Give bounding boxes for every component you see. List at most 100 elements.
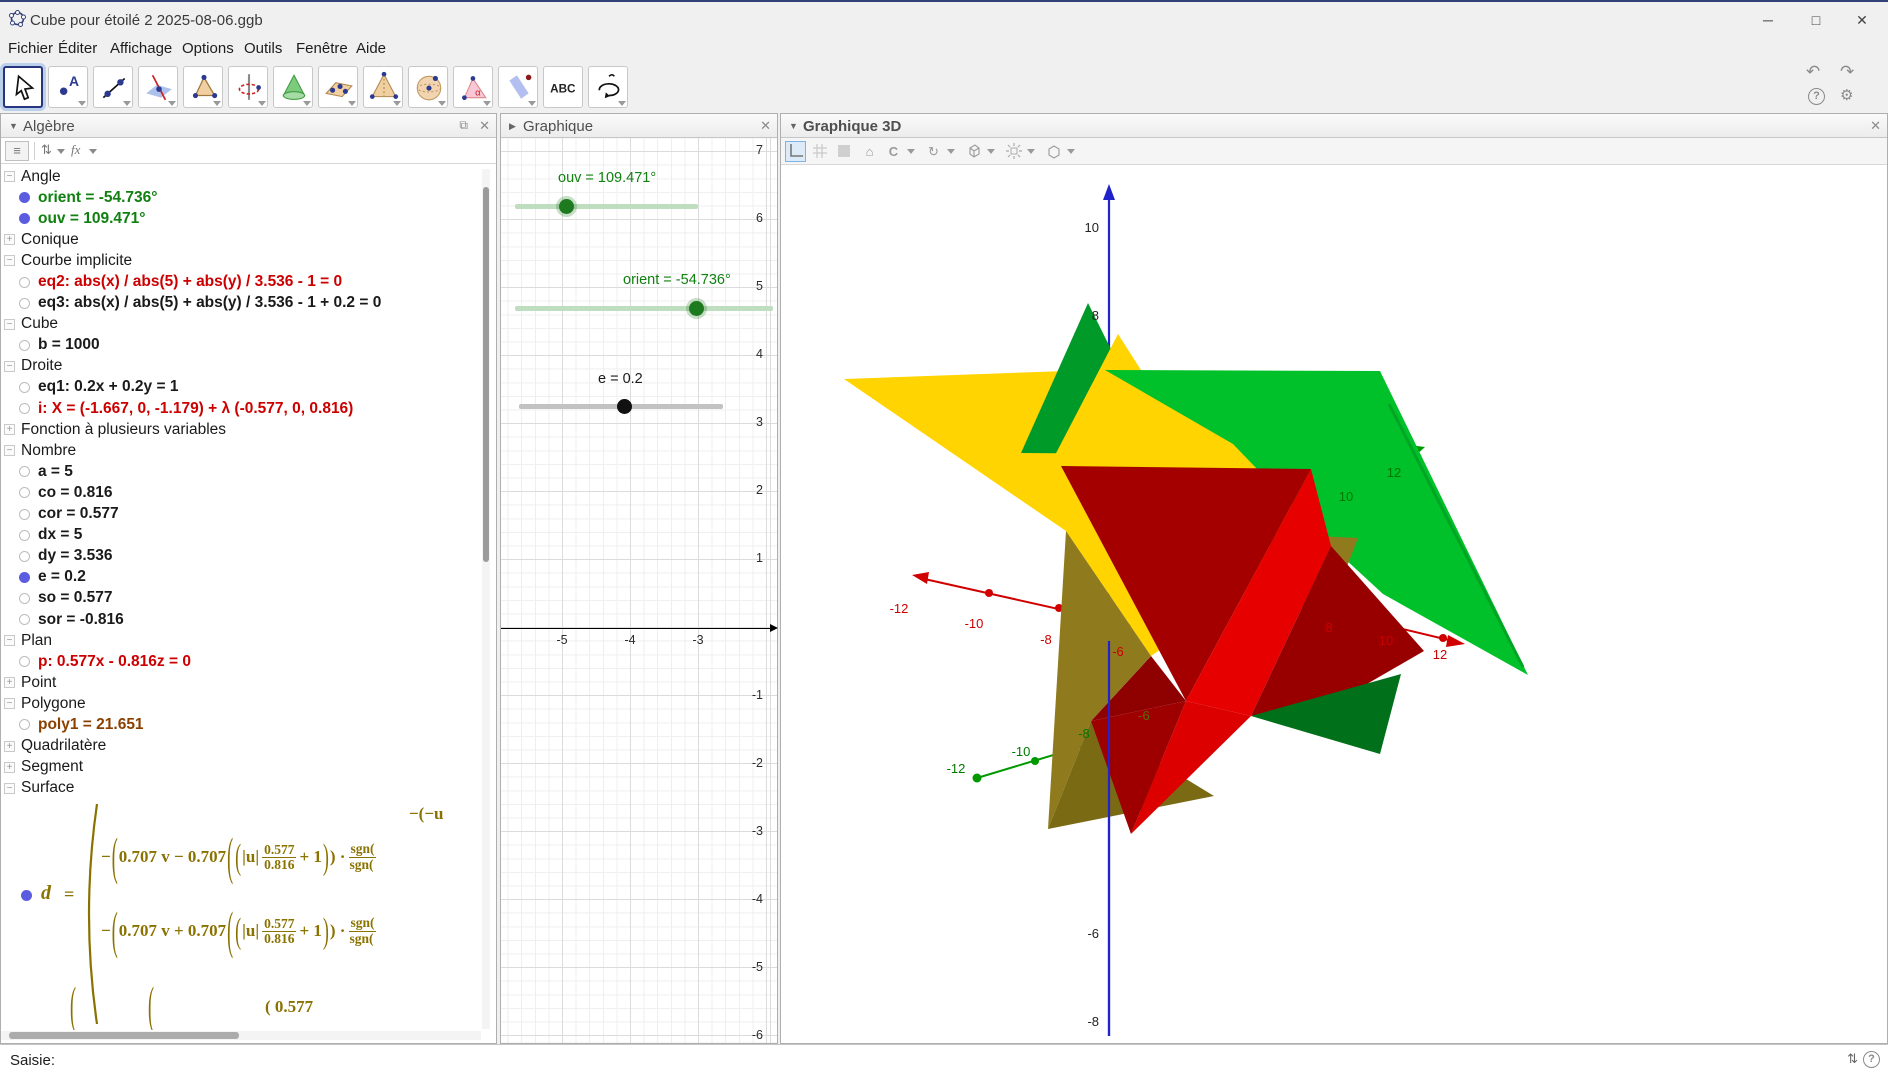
tree-item-sor[interactable]: sor = -0.816 bbox=[1, 609, 481, 630]
horizontal-scrollbar[interactable] bbox=[1, 1031, 481, 1040]
tool-intersect[interactable] bbox=[138, 66, 178, 108]
visibility-dot[interactable] bbox=[19, 466, 30, 477]
chevron-down-icon[interactable] bbox=[1027, 149, 1035, 154]
rotate-animation-button[interactable]: ↻ bbox=[923, 141, 944, 162]
expander[interactable]: − bbox=[4, 255, 15, 266]
point-capturing-button[interactable]: C bbox=[883, 141, 904, 162]
tree-item-ouv[interactable]: ouv = 109.471° bbox=[1, 208, 481, 229]
tree-item-dx[interactable]: dx = 5 bbox=[1, 525, 481, 546]
tree-item-b[interactable]: b = 1000 bbox=[1, 335, 481, 356]
tool-sphere[interactable] bbox=[408, 66, 448, 108]
menu-affichage[interactable]: Affichage bbox=[106, 39, 176, 58]
tool-point[interactable]: A bbox=[48, 66, 88, 108]
settings-gear-icon[interactable]: ⚙ bbox=[1840, 86, 1853, 104]
menu-outils[interactable]: Outils bbox=[240, 39, 286, 58]
menu-fenetre[interactable]: Fenêtre bbox=[292, 39, 352, 58]
menu-options[interactable]: Options bbox=[178, 39, 238, 58]
slider-orient-knob[interactable] bbox=[689, 301, 704, 316]
maximize-button[interactable]: □ bbox=[1796, 8, 1836, 32]
visibility-dot[interactable] bbox=[19, 593, 30, 604]
expander[interactable]: − bbox=[4, 445, 15, 456]
tree-group-fonction[interactable]: +Fonction à plusieurs variables bbox=[1, 419, 481, 440]
menu-aide[interactable]: Aide bbox=[352, 39, 390, 58]
show-axes-button[interactable] bbox=[785, 141, 806, 162]
projection-button[interactable] bbox=[1043, 141, 1064, 162]
graphique3d-header[interactable]: ▼ Graphique 3D ✕ bbox=[781, 114, 1887, 138]
tree-item-poly1[interactable]: poly1 = 21.651 bbox=[1, 714, 481, 735]
tree-group-angle[interactable]: −Angle bbox=[1, 166, 481, 187]
slider-label-e[interactable]: e = 0.2 bbox=[598, 371, 643, 387]
tool-circle-axis[interactable] bbox=[228, 66, 268, 108]
expander[interactable]: − bbox=[4, 635, 15, 646]
visibility-dot[interactable] bbox=[19, 382, 30, 393]
graphique-header[interactable]: ▶ Graphique ✕ bbox=[501, 114, 777, 138]
vertical-scrollbar[interactable] bbox=[482, 169, 490, 1029]
expander[interactable]: + bbox=[4, 762, 15, 773]
visibility-dot[interactable] bbox=[19, 614, 30, 625]
scrollbar-thumb[interactable] bbox=[483, 187, 489, 562]
tool-pyramid[interactable] bbox=[363, 66, 403, 108]
close-icon[interactable]: ✕ bbox=[479, 118, 490, 134]
tree-group-plan[interactable]: −Plan bbox=[1, 630, 481, 651]
menu-fichier[interactable]: Fichier bbox=[4, 39, 57, 58]
formula-d[interactable]: d = −(−u − ( 0.707 v − 0.707 (( |u| 0.57… bbox=[1, 800, 490, 1030]
star-polyhedron[interactable] bbox=[844, 303, 1528, 834]
visibility-dot[interactable] bbox=[19, 298, 30, 309]
slider-ouv[interactable] bbox=[515, 204, 698, 209]
chevron-down-icon[interactable] bbox=[987, 149, 995, 154]
chevron-down-icon[interactable] bbox=[907, 149, 915, 154]
3d-scene[interactable]: 10 8 -6 -8 -12 -10 -8 -6 8 10 12 -12 -10… bbox=[781, 114, 1888, 1045]
menu-editer[interactable]: Éditer bbox=[54, 39, 101, 58]
tree-group-courbe[interactable]: −Courbe implicite bbox=[1, 250, 481, 271]
visibility-dot[interactable] bbox=[19, 403, 30, 414]
tree-item-eq2[interactable]: eq2: abs(x) / abs(5) + abs(y) / 3.536 - … bbox=[1, 271, 481, 292]
close-icon[interactable]: ✕ bbox=[1870, 118, 1881, 134]
minimize-button[interactable]: ─ bbox=[1748, 8, 1788, 32]
tool-plane-points[interactable] bbox=[318, 66, 358, 108]
close-icon[interactable]: ✕ bbox=[760, 118, 771, 134]
slider-label-ouv[interactable]: ouv = 109.471° bbox=[558, 170, 656, 186]
close-button[interactable]: ✕ bbox=[1842, 8, 1882, 32]
expander[interactable]: − bbox=[4, 361, 15, 372]
slider-orient[interactable] bbox=[515, 306, 773, 311]
help-button[interactable]: ? bbox=[1808, 88, 1825, 105]
tool-polygon[interactable] bbox=[183, 66, 223, 108]
fx-button[interactable]: fx bbox=[71, 142, 80, 158]
visibility-dot[interactable] bbox=[19, 213, 30, 224]
chevron-down-icon[interactable] bbox=[57, 149, 65, 154]
tree-item-i[interactable]: i: X = (-1.667, 0, -1.179) + λ (-0.577, … bbox=[1, 398, 481, 419]
scrollbar-thumb[interactable] bbox=[9, 1032, 239, 1039]
tree-item-dy[interactable]: dy = 3.536 bbox=[1, 546, 481, 567]
expander[interactable]: + bbox=[4, 424, 15, 435]
chevron-down-icon[interactable] bbox=[947, 149, 955, 154]
tree-group-point[interactable]: +Point bbox=[1, 672, 481, 693]
tree-group-nombre[interactable]: −Nombre bbox=[1, 440, 481, 461]
view-direction-button[interactable] bbox=[963, 141, 984, 162]
redo-button[interactable]: ↷ bbox=[1840, 62, 1854, 82]
chevron-down-icon[interactable] bbox=[89, 149, 97, 154]
algebra-header[interactable]: ▼ Algèbre ⧉ ✕ bbox=[1, 114, 496, 138]
visibility-dot[interactable] bbox=[19, 572, 30, 583]
tree-group-cube[interactable]: −Cube bbox=[1, 314, 481, 335]
expander[interactable]: − bbox=[4, 783, 15, 794]
tree-group-droite[interactable]: −Droite bbox=[1, 356, 481, 377]
tool-line[interactable] bbox=[93, 66, 133, 108]
graphique-view[interactable]: 7 6 5 4 3 2 1 -1 -2 -3 -4 -5 -6 -5 -4 -3… bbox=[501, 138, 777, 1043]
home-view-button[interactable]: ⌂ bbox=[859, 141, 880, 162]
tree-item-orient[interactable]: orient = -54.736° bbox=[1, 187, 481, 208]
visibility-dot[interactable] bbox=[19, 192, 30, 203]
zoom-fit-button[interactable] bbox=[1003, 141, 1024, 162]
tree-item-e[interactable]: e = 0.2 bbox=[1, 567, 481, 588]
tree-item-cor[interactable]: cor = 0.577 bbox=[1, 504, 481, 525]
tree-group-segment[interactable]: +Segment bbox=[1, 757, 481, 778]
slider-e-knob[interactable] bbox=[617, 399, 632, 414]
tree-item-eq3[interactable]: eq3: abs(x) / abs(5) + abs(y) / 3.536 - … bbox=[1, 293, 481, 314]
tree-item-a[interactable]: a = 5 bbox=[1, 461, 481, 482]
tree-item-eq1[interactable]: eq1: 0.2x + 0.2y = 1 bbox=[1, 377, 481, 398]
tool-move[interactable] bbox=[3, 66, 43, 108]
show-plane-button[interactable] bbox=[833, 141, 854, 162]
show-grid-button[interactable] bbox=[809, 141, 830, 162]
collapse-icon[interactable]: ▼ bbox=[9, 121, 18, 131]
expander[interactable]: + bbox=[4, 234, 15, 245]
expander[interactable]: − bbox=[4, 171, 15, 182]
